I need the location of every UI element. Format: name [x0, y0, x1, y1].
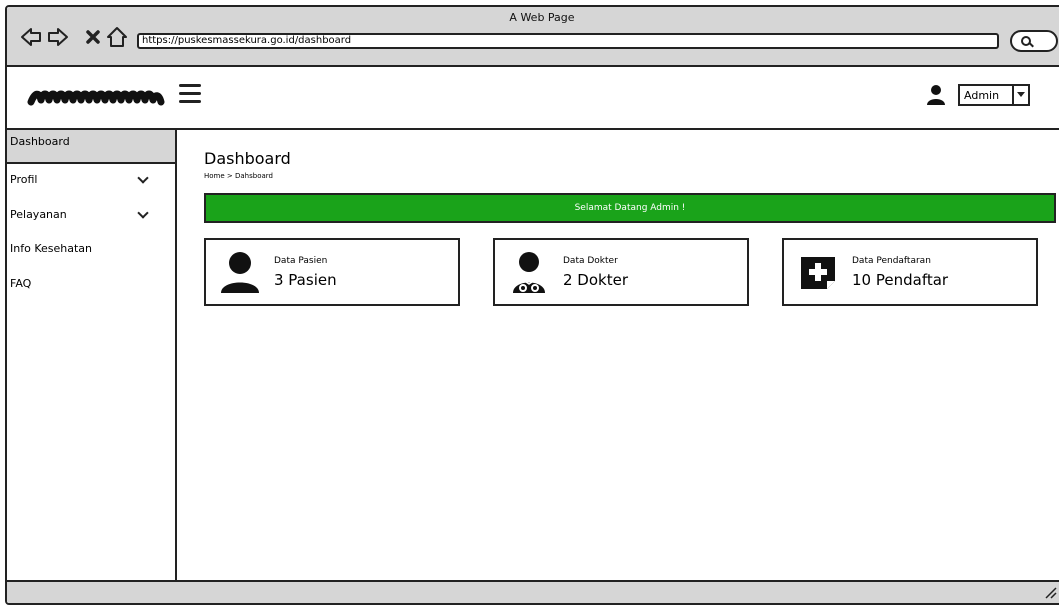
sidebar-item-label: Dashboard [10, 135, 70, 148]
card-data-dokter[interactable]: Data Dokter 2 Dokter [493, 238, 749, 306]
sidebar-item-profil[interactable]: Profil [7, 168, 175, 202]
search-icon [1021, 36, 1031, 46]
scribble-logo[interactable] [27, 82, 167, 116]
card-data-pasien[interactable]: Data Pasien 3 Pasien [204, 238, 460, 306]
card-value: 10 Pendaftar [852, 271, 949, 289]
sidebar-item-pelayanan[interactable]: Pelayanan [7, 203, 175, 237]
home-icon[interactable] [105, 25, 129, 49]
sidebar-item-label: Pelayanan [10, 208, 67, 221]
browser-toolbar: A Web Page https://puskesmassekura.go.id… [7, 7, 1059, 67]
chevron-down-icon [1012, 86, 1028, 104]
chevron-down-icon [137, 207, 149, 219]
breadcrumb[interactable]: Home > Dahsboard [204, 172, 273, 180]
sidebar-item-label: Profil [10, 173, 38, 186]
registration-icon [798, 251, 838, 293]
card-label: Data Pasien [274, 256, 328, 266]
user-role-select[interactable]: Admin [958, 84, 1030, 106]
sidebar-item-label: FAQ [10, 277, 32, 290]
sidebar-item-faq[interactable]: FAQ [7, 272, 175, 306]
card-label: Data Pendaftaran [852, 256, 931, 266]
sidebar-item-label: Info Kesehatan [10, 242, 92, 255]
user-icon [927, 85, 945, 105]
close-icon[interactable] [81, 25, 105, 49]
patient-icon [220, 251, 260, 293]
url-bar[interactable]: https://puskesmassekura.go.id/dashboard [137, 33, 999, 49]
card-data-pendaftaran[interactable]: Data Pendaftaran 10 Pendaftar [782, 238, 1038, 306]
status-bar [7, 580, 1059, 603]
sidebar-item-info-kesehatan[interactable]: Info Kesehatan [7, 237, 175, 271]
forward-icon[interactable] [46, 25, 70, 49]
doctor-icon [509, 251, 549, 293]
page-title: Dashboard [204, 149, 291, 168]
sidebar-item-dashboard[interactable]: Dashboard [7, 130, 175, 164]
chevron-down-icon [137, 172, 149, 184]
app-header: Admin [7, 67, 1059, 130]
welcome-banner: Selamat Datang Admin ! [204, 193, 1056, 223]
user-role-value: Admin [964, 89, 1000, 102]
search-button[interactable] [1010, 30, 1058, 52]
card-value: 3 Pasien [274, 271, 337, 289]
back-icon[interactable] [19, 25, 43, 49]
window-title: A Web Page [509, 11, 575, 24]
card-value: 2 Dokter [563, 271, 629, 289]
sidebar: Dashboard Profil Pelayanan Info Kesehata… [7, 130, 177, 580]
browser-window: A Web Page https://puskesmassekura.go.id… [5, 5, 1059, 605]
hamburger-icon[interactable] [179, 84, 201, 104]
card-label: Data Dokter [563, 256, 618, 266]
